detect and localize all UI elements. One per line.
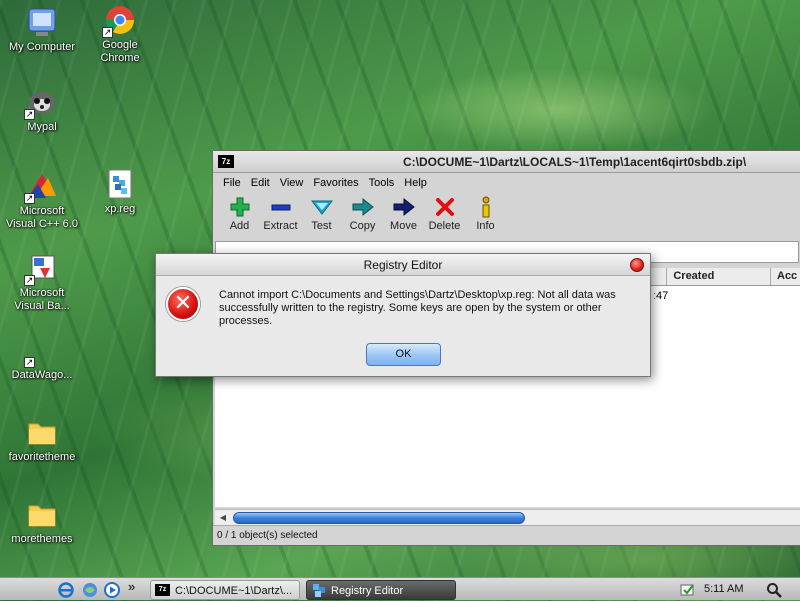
menu-file[interactable]: File bbox=[219, 177, 245, 189]
error-icon: ✕ bbox=[166, 287, 200, 321]
clock[interactable]: 5:11 AM bbox=[704, 583, 744, 595]
menu-tools[interactable]: Tools bbox=[365, 177, 399, 189]
move-button[interactable]: Move bbox=[383, 193, 424, 239]
desktop-icon-label: My Computer bbox=[8, 41, 76, 53]
apple-menu-icon[interactable] bbox=[22, 582, 38, 598]
taskbar-button-label: Registry Editor bbox=[331, 585, 404, 597]
extract-button[interactable]: Extract bbox=[260, 193, 301, 239]
window-titlebar[interactable]: 7z C:\DOCUME~1\Dartz\LOCALS~1\Temp\1acen… bbox=[213, 151, 800, 173]
desktop-icon-label: xp.reg bbox=[104, 203, 136, 215]
visual-basic-icon: ↗ bbox=[24, 252, 58, 286]
more-chevron-icon[interactable]: » bbox=[128, 579, 144, 595]
minus-icon bbox=[260, 196, 301, 218]
test-label: Test bbox=[311, 220, 332, 232]
registry-editor-dialog: Registry Editor ✕ Cannot import C:\Docum… bbox=[155, 253, 651, 377]
shortcut-arrow-icon: ↗ bbox=[24, 357, 35, 368]
desktop-icon-google-chrome[interactable]: ↗ Google Chrome bbox=[78, 4, 162, 65]
test-button[interactable]: Test bbox=[301, 193, 342, 239]
taskbar: » 7z C:\DOCUME~1\Dartz\... Registry Edit… bbox=[0, 577, 800, 600]
info-button[interactable]: Info bbox=[465, 193, 506, 239]
check-icon bbox=[301, 196, 342, 218]
taskbar-button-registry-editor[interactable]: Registry Editor bbox=[306, 580, 456, 600]
browser-icon[interactable] bbox=[82, 582, 98, 598]
delete-x-icon bbox=[424, 196, 465, 218]
horizontal-scrollbar[interactable]: ◀ bbox=[215, 509, 800, 525]
desktop-icon-label: DataWago... bbox=[11, 369, 73, 381]
add-button[interactable]: Add bbox=[219, 193, 260, 239]
reg-file-icon bbox=[104, 168, 136, 200]
computer-icon bbox=[26, 6, 58, 38]
info-label: Info bbox=[476, 220, 495, 232]
desktop-icon-label: morethemes bbox=[11, 533, 73, 545]
taskbar-button-7zip[interactable]: 7z C:\DOCUME~1\Dartz\... bbox=[150, 580, 300, 600]
menu-view[interactable]: View bbox=[276, 177, 308, 189]
desktop-icon-morethemes[interactable]: morethemes bbox=[0, 498, 84, 546]
regedit-icon bbox=[313, 584, 326, 597]
copy-button[interactable]: Copy bbox=[342, 193, 383, 239]
tray-notification-icon[interactable] bbox=[680, 582, 696, 598]
desktop-icon-label: Microsoft Visual Ba... bbox=[14, 287, 70, 312]
desktop-icon-visual-cpp[interactable]: ↗ Microsoft Visual C++ 6.0 bbox=[0, 170, 84, 231]
desktop-icon-label: Mypal bbox=[27, 121, 57, 133]
close-icon[interactable] bbox=[630, 258, 644, 272]
column-header-created[interactable]: Created bbox=[667, 268, 771, 285]
window-title: C:\DOCUME~1\Dartz\LOCALS~1\Temp\1acent6q… bbox=[403, 155, 747, 169]
status-bar: 0 / 1 object(s) selected bbox=[213, 525, 800, 545]
folder-icon bbox=[26, 498, 58, 530]
column-header-accessed[interactable]: Acc bbox=[771, 268, 800, 285]
shortcut-arrow-icon: ↗ bbox=[102, 27, 113, 38]
copy-label: Copy bbox=[349, 220, 376, 232]
toolbar: Add Extract Test Copy Move Delete Info bbox=[213, 193, 800, 239]
taskbar-button-label: C:\DOCUME~1\Dartz\... bbox=[175, 585, 293, 597]
desktop-icon-label: favoritetheme bbox=[8, 451, 76, 463]
info-icon bbox=[465, 196, 506, 218]
move-arrow-icon bbox=[383, 196, 424, 218]
chrome-icon: ↗ bbox=[102, 4, 136, 38]
desktop-icon-label: Microsoft Visual C++ 6.0 bbox=[6, 205, 78, 230]
scrollbar-thumb[interactable] bbox=[233, 512, 525, 524]
scroll-left-icon[interactable]: ◀ bbox=[217, 513, 229, 523]
shortcut-arrow-icon: ↗ bbox=[24, 109, 35, 120]
desktop-icon-my-computer[interactable]: My Computer bbox=[0, 6, 84, 54]
menu-bar: File Edit View Favorites Tools Help bbox=[213, 173, 800, 193]
desktop-icon-favoritetheme[interactable]: favoritetheme bbox=[0, 416, 84, 464]
folder-icon bbox=[26, 416, 58, 448]
desktop-icon-mypal[interactable]: ↗ Mypal bbox=[0, 86, 84, 134]
menu-help[interactable]: Help bbox=[400, 177, 431, 189]
dialog-title: Registry Editor bbox=[363, 258, 443, 272]
delete-button[interactable]: Delete bbox=[424, 193, 465, 239]
move-label: Move bbox=[390, 220, 417, 232]
copy-arrow-icon bbox=[342, 196, 383, 218]
desktop-icon-xp-reg[interactable]: xp.reg bbox=[78, 168, 162, 216]
ok-button[interactable]: OK bbox=[366, 343, 441, 366]
mypal-icon: ↗ bbox=[24, 86, 58, 120]
plus-icon bbox=[219, 196, 260, 218]
media-player-icon[interactable] bbox=[104, 582, 120, 598]
dialog-message: Cannot import C:\Documents and Settings\… bbox=[219, 289, 616, 327]
shortcut-arrow-icon: ↗ bbox=[24, 275, 35, 286]
menu-favorites[interactable]: Favorites bbox=[309, 177, 362, 189]
datawagon-icon: ↗ bbox=[24, 334, 58, 368]
7zip-app-icon: 7z bbox=[218, 155, 234, 168]
extract-label: Extract bbox=[263, 220, 298, 232]
desktop-icon-visual-basic[interactable]: ↗ Microsoft Visual Ba... bbox=[0, 252, 84, 313]
add-label: Add bbox=[229, 220, 250, 232]
ie-icon[interactable] bbox=[58, 582, 74, 598]
search-icon[interactable] bbox=[766, 582, 782, 598]
list-item-fragment: :47 bbox=[653, 290, 669, 302]
shortcut-arrow-icon: ↗ bbox=[24, 193, 35, 204]
desktop-icon-datawagon[interactable]: ↗ DataWago... bbox=[0, 334, 84, 382]
7zip-app-icon: 7z bbox=[155, 584, 170, 596]
delete-label: Delete bbox=[428, 220, 461, 232]
desktop-icon-label: Google Chrome bbox=[100, 39, 140, 64]
dialog-titlebar[interactable]: Registry Editor bbox=[156, 254, 650, 276]
visual-cpp-icon: ↗ bbox=[24, 170, 58, 204]
menu-edit[interactable]: Edit bbox=[247, 177, 274, 189]
